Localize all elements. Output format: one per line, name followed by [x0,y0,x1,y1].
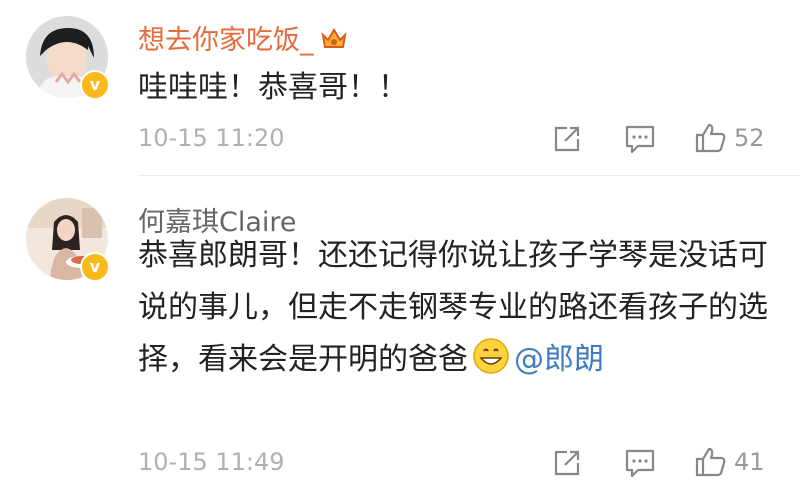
share-button[interactable] [552,448,582,478]
like-button[interactable]: 41 [694,446,765,478]
comment-time: 10-15 11:49 [138,448,285,476]
comment-item: v 何嘉琪Claire 恭喜郎朗哥！还还记得你说让孩子学琴是没话可说的事儿，但走… [0,0,800,478]
comment-button[interactable] [624,448,656,478]
comment-text: 恭喜郎朗哥！还还记得你说让孩子学琴是没话可说的事儿，但走不走钢琴专业的路还看孩子… [138,230,768,386]
thumbs-up-icon [695,447,726,477]
like-count: 41 [734,448,765,476]
grinning-emoji [472,337,510,375]
share-icon [554,450,580,476]
verified-badge-icon: v [80,252,110,282]
comment-icon [625,449,655,478]
comment-text-body: 恭喜郎朗哥！还还记得你说让孩子学琴是没话可说的事儿，但走不走钢琴专业的路还看孩子… [138,238,768,377]
mention-link[interactable]: @郎朗 [514,342,604,377]
